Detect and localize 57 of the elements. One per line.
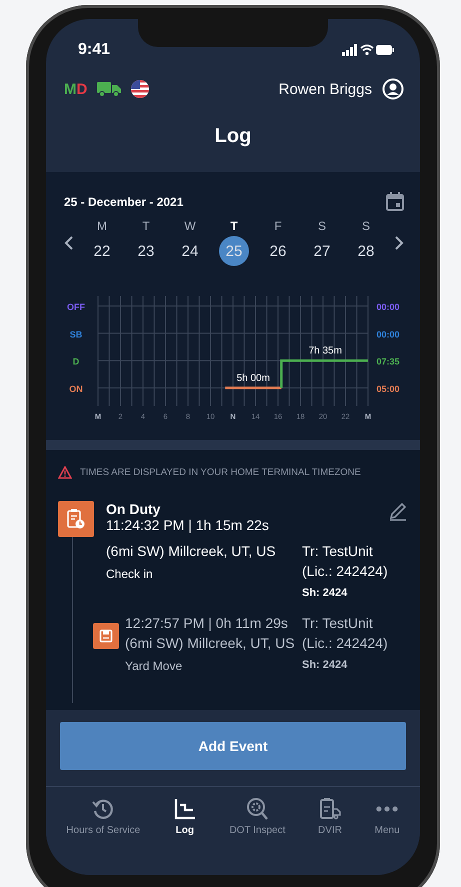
trailer-unit: Tr: TestUnit (302, 542, 373, 561)
signal-wifi-battery-icon (342, 44, 394, 56)
status-total: 07:35 (376, 356, 400, 367)
clipboard-clock-icon (58, 501, 94, 537)
event-time: 11:24:32 PM | 1h 15m 22s (106, 517, 269, 533)
calendar-icon[interactable] (386, 192, 404, 211)
shipping-number: Sh: 2424 (302, 587, 348, 599)
day-selector[interactable]: M 22 (83, 219, 121, 266)
date-label: 25 - December - 2021 (64, 194, 184, 208)
add-event-button[interactable]: Add Event (60, 722, 406, 770)
status-time: 9:41 (78, 41, 110, 59)
status-label: ON (69, 384, 83, 394)
timezone-notice: TIMES ARE DISPLAYED IN YOUR HOME TERMINAL TIMEZONE (80, 467, 361, 478)
page-title: Log (214, 124, 252, 149)
event-note: Check in (106, 567, 154, 581)
clipboard-truck-icon (318, 797, 342, 821)
day-selector[interactable]: S 27 (303, 219, 341, 266)
tab-bar-item[interactable]: DOT Inspect (229, 797, 286, 836)
tab-bar-item[interactable]: Menu (374, 797, 400, 836)
day-selector[interactable]: W 24 (171, 219, 209, 266)
event-location: (6mi SW) Millcreek, UT, US (125, 634, 295, 653)
day-selector[interactable]: F 26 (259, 219, 297, 266)
duration-label: 7h 35m (308, 346, 342, 357)
status-total: 00:00 (376, 302, 400, 312)
step-chart-icon (172, 797, 197, 821)
truck-icon (97, 81, 122, 97)
warning-icon (58, 466, 72, 479)
user-avatar-icon[interactable] (382, 78, 404, 100)
license-number: (Lic.: 242424) (302, 562, 388, 581)
status-label: SB (70, 329, 82, 340)
event-location: (6mi SW) Millcreek, UT, US (106, 542, 276, 561)
tab-bar-item[interactable]: Hours of Service (66, 797, 140, 836)
status-total: 00:00 (376, 329, 400, 340)
previous-week-icon[interactable] (64, 234, 74, 250)
search-icon (245, 797, 270, 821)
duration-label: 5h 00m (236, 372, 270, 384)
event-time: 12:27:57 PM | 0h 11m 29s (125, 614, 289, 633)
mode-label: MD (64, 80, 88, 98)
status-label: D (72, 356, 80, 367)
edit-icon[interactable] (388, 501, 408, 521)
license-number: (Lic.: 242424) (302, 634, 388, 653)
event-note: Yard Move (125, 659, 184, 673)
on-duty-line (225, 386, 282, 390)
status-total: 05:00 (376, 384, 400, 394)
more-icon (376, 806, 398, 812)
tab-bar-item[interactable]: Log (172, 797, 197, 836)
trailer-unit: Tr: TestUnit (302, 614, 373, 633)
next-week-icon[interactable] (394, 234, 404, 250)
shipping-number: Sh: 2424 (302, 659, 348, 671)
user-name: Rowen Briggs (278, 80, 372, 98)
event-title: On Duty (106, 501, 162, 517)
flag-icon (131, 80, 150, 98)
status-label: OFF (67, 302, 85, 312)
day-selector[interactable]: S 28 (347, 219, 385, 266)
history-icon (91, 797, 116, 821)
tab-bar-item[interactable]: DVIR (318, 797, 342, 836)
day-selector[interactable]: T 23 (127, 219, 165, 266)
